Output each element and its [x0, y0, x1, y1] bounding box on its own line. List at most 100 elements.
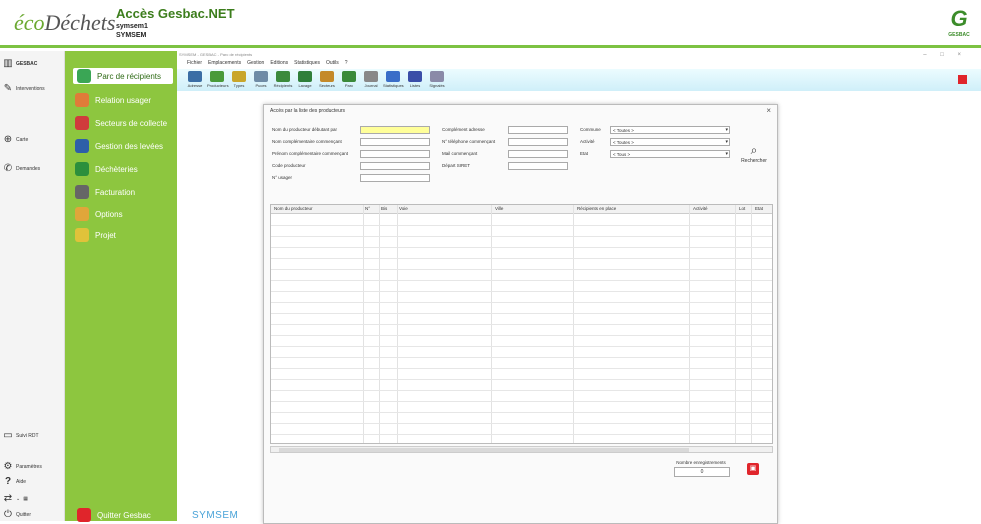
column-header[interactable]: Voie: [399, 206, 408, 211]
menu-fichier[interactable]: Fichier: [187, 60, 202, 68]
quit-gesbac-button[interactable]: Quitter Gesbac: [77, 508, 151, 522]
recycle-icon: [77, 69, 91, 83]
menu-gestion[interactable]: Gestion: [247, 60, 264, 68]
label-commune: Commune: [580, 127, 601, 132]
nom-complementaire-input[interactable]: [360, 138, 430, 146]
toolbar-signales[interactable]: Signalés: [427, 71, 447, 88]
search-button[interactable]: ⌕ Rechercher: [734, 143, 774, 164]
producer-search-dialog: Accès par la liste des producteurs × Nom…: [263, 104, 778, 524]
label-nom-complementaire: Nom complémentaire commençant: [272, 139, 342, 144]
nav-item-secteurs[interactable]: Secteurs de collecte: [75, 115, 167, 131]
column-header[interactable]: Nom du producteur: [274, 206, 313, 211]
bins-icon: [276, 71, 290, 82]
app-title: Accès Gesbac.NET: [116, 6, 235, 21]
code-producteur-input[interactable]: [360, 162, 430, 170]
main-panel: SYMSEM - GESBAC - Parc de récipients – □…: [177, 51, 981, 524]
truck-icon: [75, 116, 89, 130]
column-header[interactable]: N°: [365, 206, 370, 211]
close-module-button[interactable]: [958, 75, 967, 84]
left-icon-rail: ▥ GESBAC ✎ Interventions ⊕ Carte ✆ Demandes …: [0, 51, 65, 521]
nav-item-options[interactable]: Options: [75, 206, 123, 222]
toolbar-recipients[interactable]: Récipients: [273, 71, 293, 88]
menu-editions[interactable]: Editions: [270, 60, 288, 68]
toolbar-puces[interactable]: Puces: [251, 71, 271, 88]
menu-help[interactable]: ?: [345, 60, 348, 68]
rail-item-interventions[interactable]: ✎ Interventions: [3, 84, 63, 94]
export-button[interactable]: ▣: [747, 463, 759, 475]
siret-input[interactable]: [508, 162, 568, 170]
column-header[interactable]: Bis: [381, 206, 387, 211]
types-icon: [232, 71, 246, 82]
menu-statistiques[interactable]: Statistiques: [294, 60, 320, 68]
toolbar-lavage[interactable]: Lavage: [295, 71, 315, 88]
menu-bar: Fichier Emplacements Gestion Editions St…: [187, 60, 348, 68]
nom-producteur-input[interactable]: [360, 126, 430, 134]
toolbar-adresse[interactable]: Adresse: [185, 71, 205, 88]
bin-lift-icon: [75, 139, 89, 153]
journal-icon: [364, 71, 378, 82]
close-icon[interactable]: ×: [766, 106, 771, 115]
dialog-title: Accès par la liste des producteurs: [270, 108, 346, 114]
commune-select[interactable]: < Toutes > ▾: [610, 126, 730, 134]
activite-select[interactable]: < Toutes > ▾: [610, 138, 730, 146]
toolbar-journal[interactable]: Journal: [361, 71, 381, 88]
toolbar-types[interactable]: Types: [229, 71, 249, 88]
rail-nav-arrows[interactable]: ⇄ ⌄ ▦: [3, 494, 63, 504]
footer-brand: SYMSEM: [192, 510, 239, 521]
column-header[interactable]: Ville: [495, 206, 503, 211]
rail-item-aide[interactable]: ? Aide: [3, 477, 63, 487]
label-telephone: N° téléphone commençant: [442, 139, 496, 144]
park-icon: [342, 71, 356, 82]
user-icon: [75, 93, 89, 107]
column-header[interactable]: Etat: [755, 206, 763, 211]
toolbar-secteurs[interactable]: Secteurs: [317, 71, 337, 88]
chevron-down-icon: ⌄: [16, 496, 21, 502]
label-complement-adresse: Complément adresse: [442, 127, 485, 132]
nav-item-parc[interactable]: Parc de récipients: [73, 68, 173, 84]
toolbar-parc[interactable]: Parc: [339, 71, 359, 88]
nav-item-levees[interactable]: Gestion des levées: [75, 138, 163, 154]
prenom-input[interactable]: [360, 150, 430, 158]
globe-icon: ⊕: [3, 134, 13, 145]
nav-item-projet[interactable]: Projet: [75, 227, 116, 243]
module-titlebar: SYMSEM - GESBAC - Parc de récipients: [179, 52, 253, 57]
toolbar-producteurs[interactable]: Producteurs: [207, 71, 229, 88]
table-header: Nom du producteur N° Bis Voie Ville Réci…: [271, 205, 772, 214]
etat-select[interactable]: < Tous > ▾: [610, 150, 730, 158]
sector-icon: [320, 71, 334, 82]
chip-icon: [254, 71, 268, 82]
telephone-input[interactable]: [508, 138, 568, 146]
rail-item-suivi[interactable]: ▭ Suivi RDT: [3, 431, 63, 441]
toolbar: Adresse Producteurs Types Puces Récipien…: [177, 69, 981, 91]
list-icon: [408, 71, 422, 82]
rail-item-carte[interactable]: ⊕ Carte: [3, 135, 63, 145]
address-icon: [188, 71, 202, 82]
column-header[interactable]: Récipients en place: [577, 206, 616, 211]
nav-item-decheteries[interactable]: Déchèteries: [75, 161, 138, 177]
rail-item-gesbac[interactable]: ▥ GESBAC: [3, 59, 63, 69]
horizontal-scrollbar[interactable]: [270, 446, 773, 453]
nav-item-relation-usager[interactable]: Relation usager: [75, 92, 151, 108]
rail-item-parametres[interactable]: ⚙ Paramètres: [3, 462, 63, 472]
n-usager-input[interactable]: [360, 174, 430, 182]
complement-adresse-input[interactable]: [508, 126, 568, 134]
column-header[interactable]: Lot: [739, 206, 745, 211]
scrollbar-thumb[interactable]: [279, 448, 689, 452]
rail-item-demandes[interactable]: ✆ Demandes: [3, 164, 63, 174]
menu-outils[interactable]: Outils: [326, 60, 339, 68]
truck-icon: ▭: [3, 430, 13, 441]
label-code-producteur: Code producteur: [272, 163, 306, 168]
ecodechets-logo: écoDéchets: [14, 10, 116, 35]
window-controls[interactable]: – □ ×: [923, 52, 967, 58]
nav-item-facturation[interactable]: Facturation: [75, 184, 135, 200]
menu-emplacements[interactable]: Emplacements: [208, 60, 241, 68]
toolbar-statistiques[interactable]: Statistiques: [383, 71, 404, 88]
rail-item-quitter[interactable]: ⏻ Quitter: [3, 510, 63, 520]
label-mail: Mail commençant: [442, 151, 478, 156]
producers-table: Nom du producteur N° Bis Voie Ville Réci…: [270, 204, 773, 444]
phone-icon: ✆: [3, 163, 13, 174]
toolbar-listes[interactable]: Listes: [405, 71, 425, 88]
column-header[interactable]: Activité: [693, 206, 708, 211]
help-icon: ?: [4, 476, 12, 487]
mail-input[interactable]: [508, 150, 568, 158]
